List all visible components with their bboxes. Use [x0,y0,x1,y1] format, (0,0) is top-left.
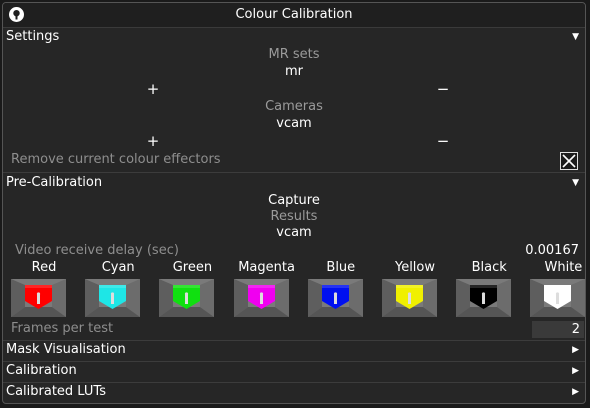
calibration-section-header[interactable]: Calibration ▶ [3,361,585,381]
mr-sets-label: MR sets [268,47,320,62]
colour-swatch-green[interactable] [159,279,215,317]
colour-swatch-white[interactable] [530,279,585,317]
video-delay-value[interactable]: 0.00167 [525,243,579,258]
results-value[interactable]: vcam [3,225,585,240]
colour-label-magenta: Magenta [238,260,295,275]
mask-visualisation-label: Mask Visualisation [6,342,126,357]
pre-calibration-section-header[interactable]: Pre-Calibration ▼ [3,173,585,193]
panel-menu-icon[interactable] [9,7,24,22]
settings-header-label: Settings [6,29,60,44]
calibration-label: Calibration [6,363,77,378]
frames-per-test-label: Frames per test [11,321,114,336]
cameras-value[interactable]: vcam [3,116,585,131]
colour-swatch-blue[interactable] [307,279,363,317]
colour-label-green: Green [172,260,213,275]
mr-sets-value[interactable]: mr [3,64,585,79]
colour-label-black: Black [471,260,507,275]
colour-swatch-yellow[interactable] [382,279,437,317]
expanded-arrow-icon: ▼ [572,178,579,188]
colour-label-white: White [544,260,583,275]
collapsed-arrow-icon: ▶ [572,387,579,397]
remove-effectors-label: Remove current colour effectors [11,152,221,167]
window-title: Colour Calibration [235,7,353,22]
calibrated-luts-label: Calibrated LUTs [6,384,106,399]
mask-visualisation-section-header[interactable]: Mask Visualisation ▶ [3,340,585,360]
colour-label-red: Red [31,260,57,275]
frames-per-test-field[interactable]: 2 [532,321,584,338]
checkbox-cross-icon [562,154,576,168]
remove-camera-button[interactable]: − [433,132,453,150]
capture-button[interactable]: Capture [3,193,585,208]
colour-swatch-magenta[interactable] [233,279,289,317]
colour-swatch-cyan[interactable] [85,279,141,317]
colour-calibration-panel: Colour Calibration Settings ▼ MR sets mr… [2,2,586,404]
colour-swatch-red[interactable] [11,279,66,317]
expanded-arrow-icon: ▼ [572,32,579,42]
remove-mr-set-button[interactable]: − [433,80,453,98]
collapsed-arrow-icon: ▶ [572,366,579,376]
add-camera-button[interactable]: + [143,132,163,150]
calibrated-luts-section-header[interactable]: Calibrated LUTs ▶ [3,382,585,402]
colour-label-blue: Blue [326,260,356,275]
colour-swatch-black[interactable] [456,279,512,317]
pre-calibration-header-label: Pre-Calibration [6,175,103,190]
video-delay-label: Video receive delay (sec) [15,243,179,258]
colour-label-yellow: Yellow [394,260,436,275]
title-bar: Colour Calibration [3,3,585,28]
add-mr-set-button[interactable]: + [143,80,163,98]
cameras-label: Cameras [265,99,323,114]
collapsed-arrow-icon: ▶ [572,345,579,355]
results-label: Results [270,209,318,224]
settings-section-header[interactable]: Settings ▼ [3,27,585,47]
colour-label-cyan: Cyan [101,260,135,275]
remove-effectors-checkbox[interactable] [560,152,578,170]
